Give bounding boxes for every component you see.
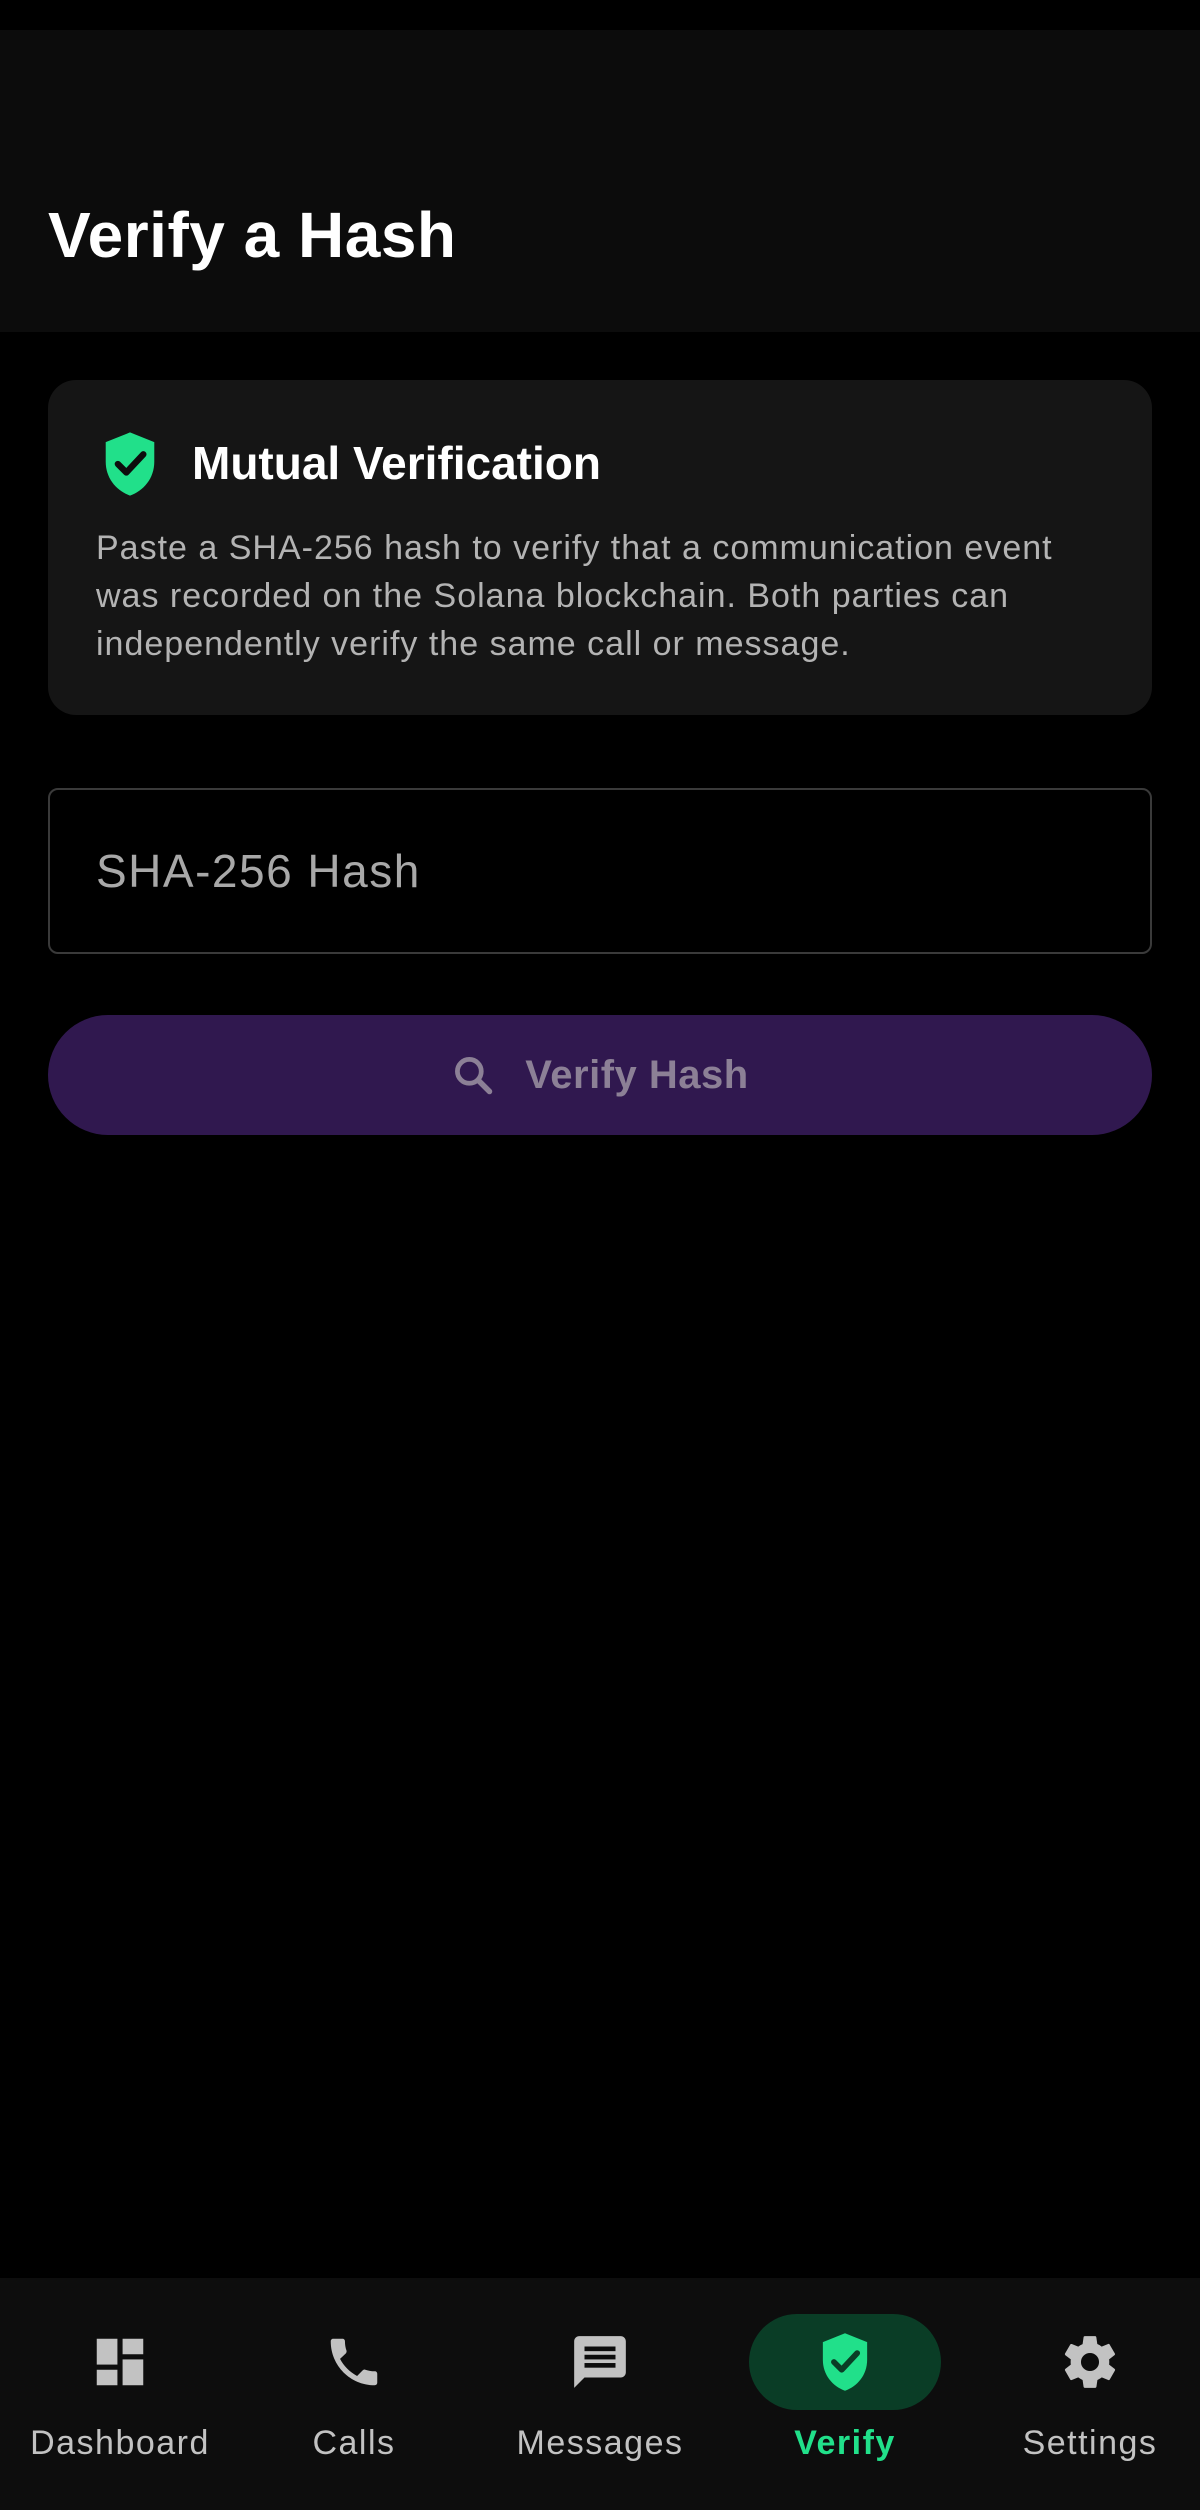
bottom-nav: Dashboard Calls Messages Verify Settings xyxy=(0,2278,1200,2510)
info-card: Mutual Verification Paste a SHA-256 hash… xyxy=(48,380,1152,715)
nav-label-messages: Messages xyxy=(516,2424,684,2462)
phone-icon xyxy=(330,2338,378,2386)
shield-check-icon xyxy=(105,432,155,496)
message-icon xyxy=(574,2336,626,2388)
nav-item-messages[interactable]: Messages xyxy=(480,2278,720,2510)
search-icon xyxy=(455,1057,493,1095)
nav-label-dashboard: Dashboard xyxy=(30,2424,210,2462)
nav-item-calls[interactable]: Calls xyxy=(234,2278,474,2510)
nav-item-dashboard[interactable]: Dashboard xyxy=(0,2278,240,2510)
app-bar: Verify a Hash xyxy=(0,30,1200,332)
page-title: Verify a Hash xyxy=(48,199,457,271)
verify-hash-button[interactable]: Verify Hash xyxy=(48,1015,1152,1135)
nav-label-verify: Verify xyxy=(794,2424,896,2462)
nav-item-verify[interactable]: Verify xyxy=(725,2278,965,2510)
verify-hash-label: Verify Hash xyxy=(525,1052,749,1097)
gear-icon xyxy=(1064,2336,1116,2388)
status-bar xyxy=(0,0,1200,30)
shield-check-icon xyxy=(822,2333,868,2391)
hash-input[interactable] xyxy=(48,788,1152,954)
card-title: Mutual Verification xyxy=(192,437,601,489)
card-description: Paste a SHA-256 hash to verify that a co… xyxy=(96,529,1053,663)
dashboard-icon xyxy=(96,2338,144,2386)
nav-item-settings[interactable]: Settings xyxy=(970,2278,1200,2510)
nav-label-settings: Settings xyxy=(1022,2424,1158,2462)
nav-label-calls: Calls xyxy=(312,2424,396,2462)
